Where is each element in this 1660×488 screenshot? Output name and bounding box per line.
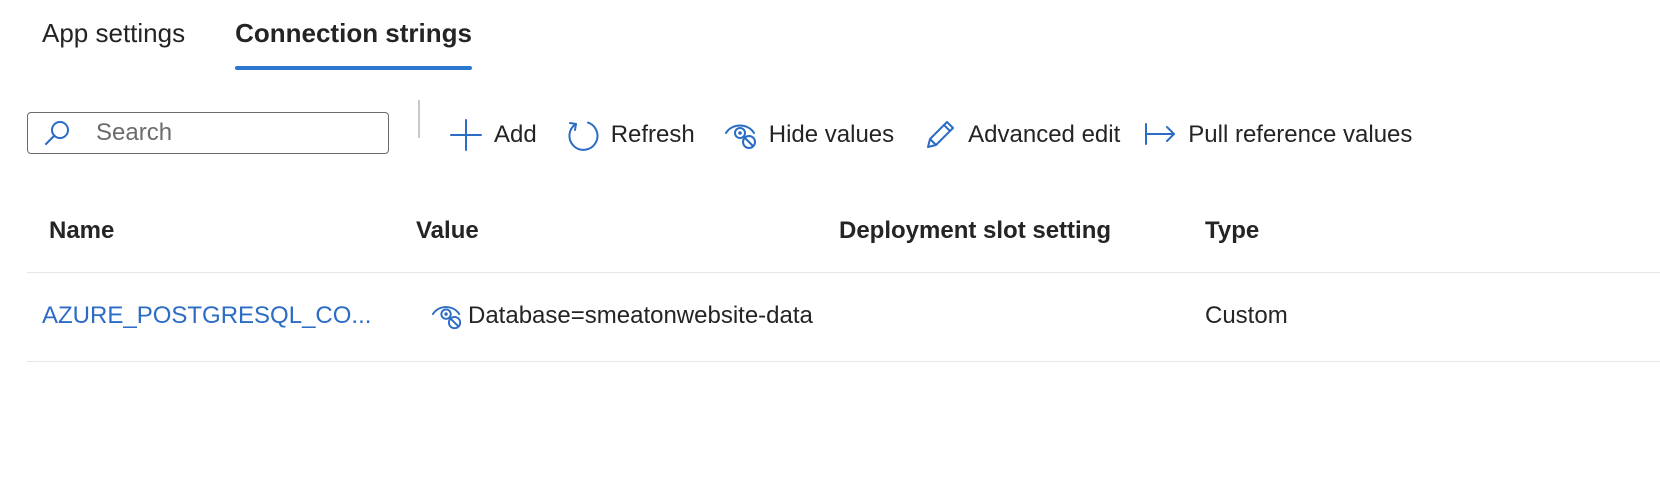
connection-strings-table: Name Value Deployment slot setting Type … [27, 200, 1660, 362]
search-icon [42, 118, 72, 148]
toolbar-divider [418, 100, 420, 138]
connection-string-value: Database=smeatonwebsite-data [430, 299, 818, 333]
search-input[interactable] [96, 119, 336, 147]
pull-reference-values-label: Pull reference values [1188, 121, 1413, 148]
refresh-label: Refresh [610, 121, 695, 148]
eye-hidden-icon[interactable] [430, 299, 464, 333]
column-header-deployment-slot-setting[interactable]: Deployment slot setting [839, 214, 1111, 248]
column-header-type[interactable]: Type [1205, 214, 1259, 248]
eye-hidden-icon [723, 117, 759, 153]
hide-values-button[interactable]: Hide values [723, 117, 894, 153]
connection-string-name-link[interactable]: AZURE_POSTGRESQL_CO... [42, 299, 371, 333]
connection-string-value-text: Database=smeatonwebsite-data [468, 302, 813, 329]
arrow-right-bar-icon [1142, 117, 1178, 153]
search-box[interactable] [27, 112, 389, 154]
column-header-value[interactable]: Value [416, 214, 479, 248]
tab-connection-strings[interactable]: Connection strings [235, 14, 472, 70]
type-cell: Custom [1205, 302, 1288, 329]
table-header: Name Value Deployment slot setting Type [27, 200, 1660, 273]
add-label: Add [494, 121, 537, 148]
column-header-name[interactable]: Name [49, 214, 114, 248]
refresh-icon [565, 117, 601, 153]
add-button[interactable]: Add [448, 117, 537, 153]
plus-icon [448, 117, 484, 153]
pull-reference-values-button[interactable]: Pull reference values [1142, 117, 1412, 153]
advanced-edit-button[interactable]: Advanced edit [922, 117, 1120, 153]
pencil-icon [922, 117, 958, 153]
tab-app-settings[interactable]: App settings [42, 14, 185, 70]
toolbar: Add Refresh Hide values Advanced edit Pu… [448, 112, 1412, 158]
table-row: AZURE_POSTGRESQL_CO... Database=smeatonw… [27, 273, 1660, 362]
hide-values-label: Hide values [768, 121, 895, 148]
advanced-edit-label: Advanced edit [968, 121, 1121, 148]
refresh-button[interactable]: Refresh [565, 117, 695, 153]
tab-bar: App settings Connection strings [42, 14, 472, 70]
